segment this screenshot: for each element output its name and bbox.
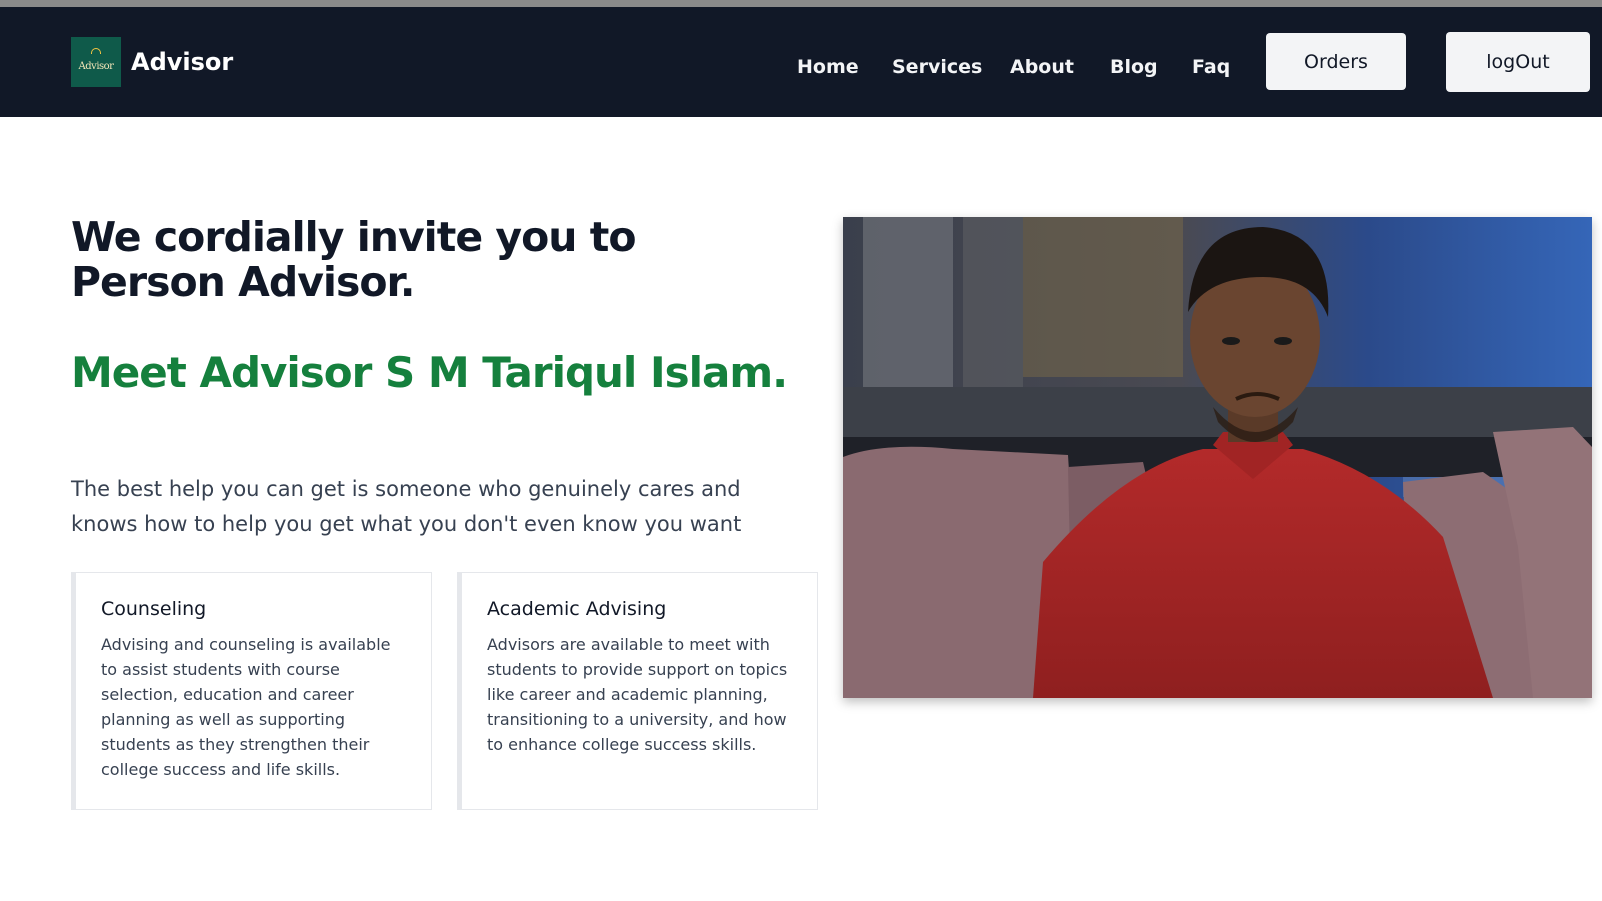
brand-logo-text: Advisor (78, 60, 114, 72)
service-card-academic-advising: Academic Advising Advisors are available… (457, 572, 818, 810)
advisor-photo-illustration (843, 217, 1592, 698)
brand[interactable]: Advisor Advisor (71, 37, 233, 87)
sun-icon (91, 48, 101, 54)
nav-link-blog[interactable]: Blog (1110, 56, 1158, 78)
hero-title-line2: Person Advisor. (71, 258, 415, 306)
card-body: Advisors are available to meet with stud… (487, 635, 788, 754)
nav-link-home[interactable]: Home (797, 56, 859, 78)
orders-button[interactable]: Orders (1266, 33, 1406, 90)
service-card-counseling: Counseling Advising and counseling is av… (71, 572, 432, 810)
hero-subtitle: Meet Advisor S M Tariqul Islam. (71, 348, 788, 397)
nav-link-faq[interactable]: Faq (1192, 56, 1230, 78)
nav-link-about[interactable]: About (1010, 56, 1074, 78)
hero-description: The best help you can get is someone who… (71, 477, 742, 536)
browser-top-strip (0, 0, 1602, 7)
card-title: Academic Advising (487, 598, 667, 620)
hero-title: We cordially invite you to Person Adviso… (71, 213, 637, 306)
nav-link-services[interactable]: Services (892, 56, 982, 78)
logout-button[interactable]: logOut (1446, 32, 1590, 92)
card-title: Counseling (101, 598, 207, 620)
navbar: Advisor Advisor Home Services About Blog… (0, 7, 1602, 117)
advisor-photo (843, 217, 1592, 698)
brand-name[interactable]: Advisor (131, 48, 233, 76)
brand-logo[interactable]: Advisor (71, 37, 121, 87)
hero-title-line1: We cordially invite you to (71, 213, 637, 261)
card-body: Advising and counseling is available to … (101, 635, 391, 779)
